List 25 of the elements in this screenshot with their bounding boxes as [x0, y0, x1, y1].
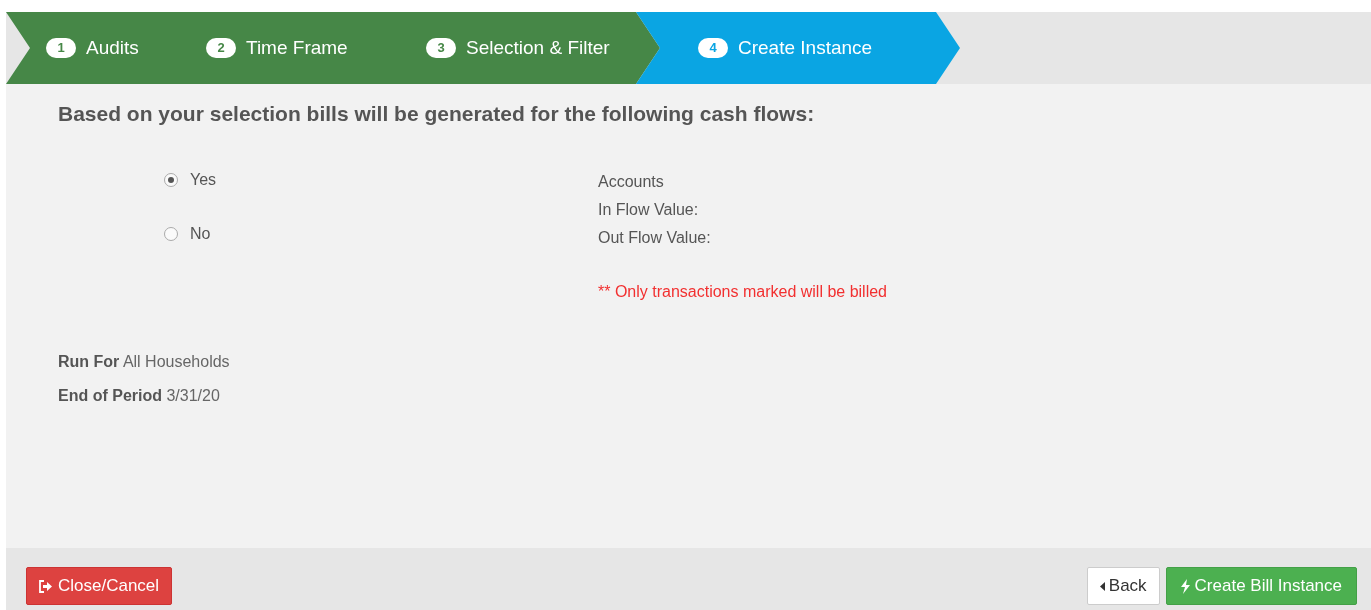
billing-note: ** Only transactions marked will be billed [598, 281, 887, 302]
radio-label: No [190, 223, 211, 244]
summary-text: Accounts [598, 171, 665, 192]
close-cancel-button[interactable]: Close/Cancel [26, 567, 173, 605]
radio-label: Yes [190, 169, 217, 190]
detail-text: Run For All Households [58, 351, 231, 372]
create-bill-instance-button[interactable]: Create Bill Instance [1165, 567, 1357, 605]
step-number-badge: 1 [46, 38, 76, 58]
lightning-icon [1180, 578, 1190, 594]
wizard-step[interactable]: 3 Selection & Filter [410, 12, 660, 84]
heading: Based on your selection bills will be generated for the following cash flows: [58, 101, 816, 127]
wizard-step[interactable]: 1 Audits [6, 12, 190, 84]
step-number-badge: 3 [426, 38, 456, 58]
step-number-badge: 4 [698, 38, 728, 58]
wizard-step[interactable]: 2 Time Frame [190, 12, 410, 84]
back-button[interactable]: Back [1086, 567, 1160, 605]
step-number-badge: 2 [206, 38, 236, 58]
wizard-step[interactable]: 4 Create Instance [636, 12, 960, 84]
detail-text: End of Period 3/31/20 [58, 385, 221, 406]
summary-text: In Flow Value: [598, 199, 700, 220]
exit-icon [39, 579, 52, 593]
radio-button[interactable] [164, 172, 178, 187]
caret-left-icon [1099, 581, 1105, 591]
radio-button[interactable] [164, 226, 178, 241]
summary-text: Out Flow Value: [598, 227, 712, 248]
